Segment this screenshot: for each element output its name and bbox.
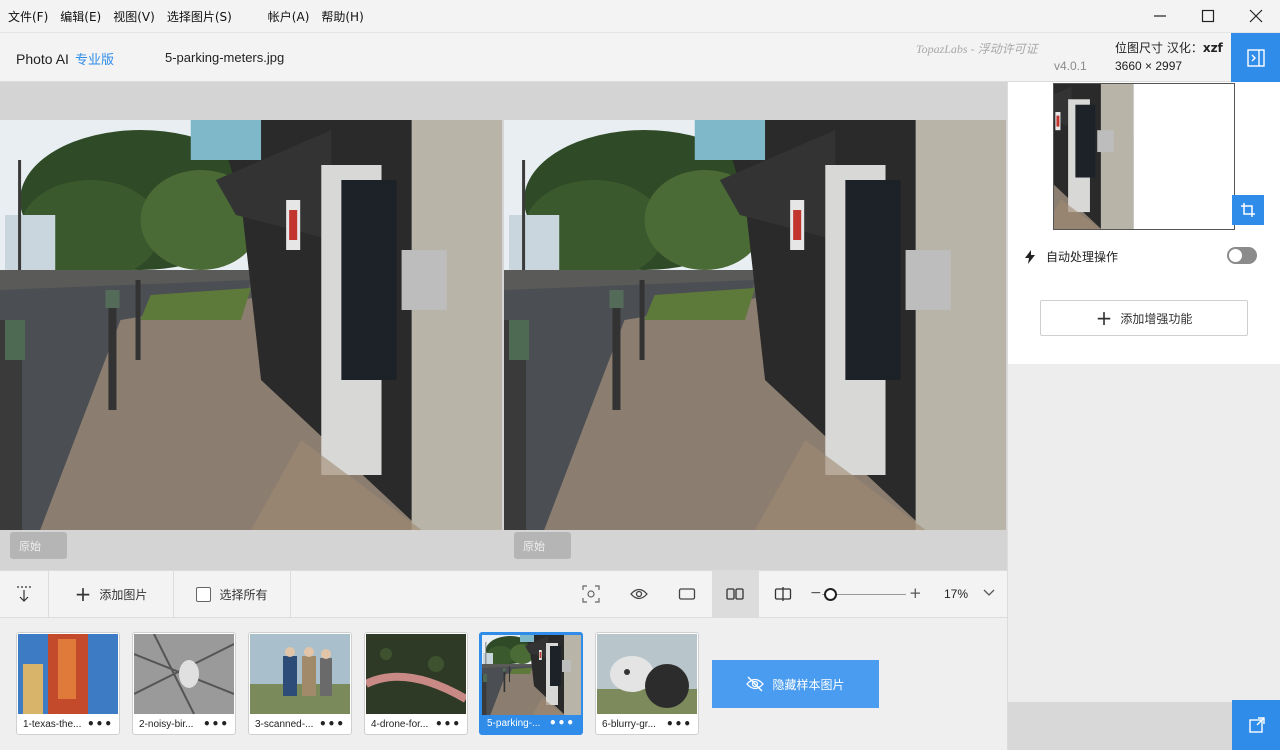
plus-icon: +: [74, 582, 92, 606]
licence-label: TopazLabs - 浮动许可证: [916, 42, 1038, 56]
app-header: Photo AI 专业版 5-parking-meters.jpg TopazLa…: [0, 32, 1280, 82]
add-image-button[interactable]: + 添加图片: [49, 571, 173, 617]
film-label: 4-drone-for...: [371, 719, 429, 730]
image-size-label: 位图尺寸 汉化：xzf: [1115, 41, 1223, 55]
menu-help[interactable]: 帮助(H): [321, 8, 363, 25]
filmstrip: 1-texas-the... ••• 2-noisy-bir... ••• 3-…: [0, 618, 1007, 750]
window-controls: [1136, 0, 1280, 32]
navigator-thumbnail[interactable]: [1053, 83, 1235, 230]
preview-eye-button[interactable]: [616, 571, 662, 617]
split-view-button[interactable]: [760, 571, 806, 617]
more-options-icon[interactable]: •••: [435, 717, 461, 731]
zoom-slider-handle[interactable]: [824, 588, 837, 601]
eye-off-icon: [746, 676, 765, 692]
toggle-panel-button[interactable]: [1231, 33, 1280, 82]
menu-account[interactable]: 帐户(A): [268, 8, 310, 25]
thumbnail-image: [134, 634, 234, 714]
more-options-icon[interactable]: •••: [666, 717, 692, 731]
single-view-icon: [678, 588, 696, 600]
add-enhancement-label: 添加增强功能: [1120, 311, 1193, 326]
hide-samples-button[interactable]: 隐藏样本图片: [712, 660, 879, 708]
menu-view[interactable]: 视图(V): [113, 8, 155, 25]
translator-name: xzf: [1202, 41, 1223, 55]
current-filename: 5-parking-meters.jpg: [165, 50, 285, 65]
film-item-2[interactable]: 2-noisy-bir... •••: [132, 632, 236, 735]
app-brand: Photo AI 专业版: [16, 49, 114, 68]
side-by-side-button[interactable]: [712, 571, 758, 617]
film-label: 1-texas-the...: [23, 719, 82, 730]
film-label: 2-noisy-bir...: [139, 719, 194, 730]
maximize-button[interactable]: [1184, 0, 1232, 32]
more-options-icon[interactable]: •••: [549, 716, 575, 730]
crop-icon: [1241, 203, 1255, 217]
auto-process-row: 自动处理操作: [1024, 248, 1118, 265]
plus-icon: +: [1095, 306, 1113, 330]
minimize-icon: [1154, 15, 1166, 17]
edition-label: 专业版: [74, 52, 114, 67]
import-icon: [17, 586, 31, 602]
select-all-label: 选择所有: [219, 587, 268, 602]
export-button[interactable]: [1232, 700, 1280, 750]
original-image[interactable]: [0, 120, 502, 530]
menu-file[interactable]: 文件(F): [8, 8, 48, 25]
thumbnail-image: [366, 634, 466, 714]
original-badge-right: 原始: [514, 532, 571, 559]
hide-samples-label: 隐藏样本图片: [772, 677, 845, 692]
image-size-value: 3660 × 2997: [1115, 59, 1183, 73]
eye-icon: [630, 588, 648, 600]
split-view-icon: [774, 587, 792, 601]
film-item-1[interactable]: 1-texas-the... •••: [16, 632, 120, 735]
more-options-icon[interactable]: •••: [87, 717, 113, 731]
focus-view-button[interactable]: [570, 571, 612, 617]
version-label: v4.0.1: [1054, 59, 1087, 73]
zoom-in-button[interactable]: +: [909, 584, 922, 602]
minimize-button[interactable]: [1136, 0, 1184, 32]
bottom-toolbar: + 添加图片 选择所有 − + 17%: [0, 570, 1007, 618]
film-item-6[interactable]: 6-blurry-gr... •••: [595, 632, 699, 735]
film-item-4[interactable]: 4-drone-for... •••: [364, 632, 468, 735]
more-options-icon[interactable]: •••: [203, 717, 229, 731]
film-item-5[interactable]: 5-parking-... •••: [479, 632, 583, 735]
app-name: Photo AI: [16, 51, 69, 67]
import-button[interactable]: [0, 571, 48, 617]
select-all-control[interactable]: 选择所有: [174, 571, 290, 617]
film-item-3[interactable]: 3-scanned-... •••: [248, 632, 352, 735]
more-options-icon[interactable]: •••: [319, 717, 345, 731]
auto-process-toggle[interactable]: [1227, 247, 1257, 264]
menu-bar: 文件(F) 编辑(E) 视图(V) 选择图片(S) 帐户(A) 帮助(H): [0, 0, 1280, 32]
film-label: 6-blurry-gr...: [602, 719, 656, 730]
original-badge-left: 原始: [10, 532, 67, 559]
menu-select-image[interactable]: 选择图片(S): [167, 8, 232, 25]
right-panel: 自动处理操作 + 添加增强功能: [1007, 82, 1280, 750]
panel-toggle-icon: [1246, 48, 1265, 67]
close-button[interactable]: [1232, 0, 1280, 32]
thumbnail-image: [18, 634, 118, 714]
film-label: 3-scanned-...: [255, 719, 314, 730]
preview-area[interactable]: 原始 原始: [0, 82, 1007, 570]
crop-button[interactable]: [1232, 195, 1264, 225]
thumbnail-image: [482, 635, 582, 715]
select-all-checkbox[interactable]: [196, 586, 212, 602]
thumbnail-image: [250, 634, 350, 714]
zoom-value[interactable]: 17%: [944, 587, 968, 601]
lightning-icon: [1025, 249, 1035, 264]
focus-frame-icon: [582, 585, 600, 603]
add-enhancement-button[interactable]: + 添加增强功能: [1040, 300, 1248, 336]
panel-top-section: 自动处理操作 + 添加增强功能: [1008, 82, 1280, 364]
processed-image[interactable]: [504, 120, 1006, 530]
close-icon: [1249, 9, 1263, 23]
add-image-label: 添加图片: [99, 587, 148, 602]
zoom-out-button[interactable]: −: [810, 585, 822, 601]
film-label: 5-parking-...: [487, 718, 541, 729]
menu-edit[interactable]: 编辑(E): [60, 8, 101, 25]
auto-process-label: 自动处理操作: [1046, 250, 1119, 264]
maximize-icon: [1201, 9, 1215, 23]
export-icon: [1248, 717, 1265, 733]
single-view-button[interactable]: [664, 571, 710, 617]
thumbnail-image: [597, 634, 697, 714]
chevron-down-icon[interactable]: [982, 585, 996, 599]
side-by-side-icon: [726, 588, 744, 600]
